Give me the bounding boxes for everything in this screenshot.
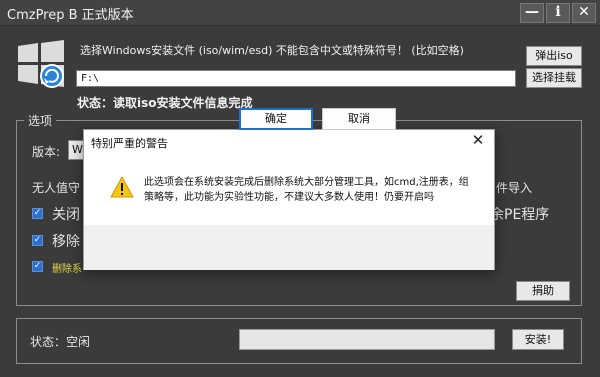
install-progress-bar [239,329,495,350]
idle-status: 状态：空闲 [30,335,91,349]
minimize-button[interactable]: — [520,3,544,23]
dialog-footer [84,225,494,270]
confirm-button[interactable]: 确定 [239,108,313,130]
select-mount-button[interactable]: 选择挂载 [526,68,582,88]
option2-label: 移除 [52,234,80,250]
info-button[interactable]: i [546,3,570,23]
source-path-input[interactable] [76,70,516,87]
option2-checkbox[interactable]: ✓ [32,235,43,246]
options-group-title: 选项 [24,112,57,129]
window-title: CmzPrep B 正式版本 [7,8,134,23]
eject-iso-button[interactable]: 弹出iso [526,46,582,66]
cancel-button[interactable]: 取消 [322,108,396,130]
dialog-message: 此选项会在系统安装完成后删除系统大部分管理工具，如cmd,注册表，组策略等，此功… [144,177,469,203]
pe-option-label: 余PE程序 [490,207,550,223]
source-hint: 选择Windows安装文件 (iso/wim/esd) 不能包含中文或特殊符号！… [80,44,464,57]
dialog-title: 特别严重的警告 [91,137,168,150]
option3-checkbox[interactable]: ✓ [32,261,43,272]
dialog-close-button[interactable]: ✕ [470,133,486,149]
install-button[interactable]: 安装! [512,329,564,350]
title-bar: CmzPrep B 正式版本 [0,0,600,26]
unattended-label: 无人值守 [32,181,81,195]
option1-label: 关闭 [52,207,80,223]
warning-icon [110,176,134,198]
dialog-title-bar: 特别严重的警告 ✕ [84,130,494,154]
donate-button[interactable]: 捐助 [516,281,570,301]
import-label: 件导入 [496,181,533,195]
option3-label: 删除系 [52,264,82,275]
version-label: 版本: [32,145,61,159]
windows-logo-icon [18,40,64,88]
warning-dialog: 特别严重的警告 ✕ 此选项会在系统安装完成后删除系统大部分管理工具，如cmd,注… [83,129,495,270]
close-button[interactable]: ✕ [572,3,596,23]
option1-checkbox[interactable]: ✓ [32,208,43,219]
read-status: 状态：读取iso安装文件信息完成 [77,96,253,110]
